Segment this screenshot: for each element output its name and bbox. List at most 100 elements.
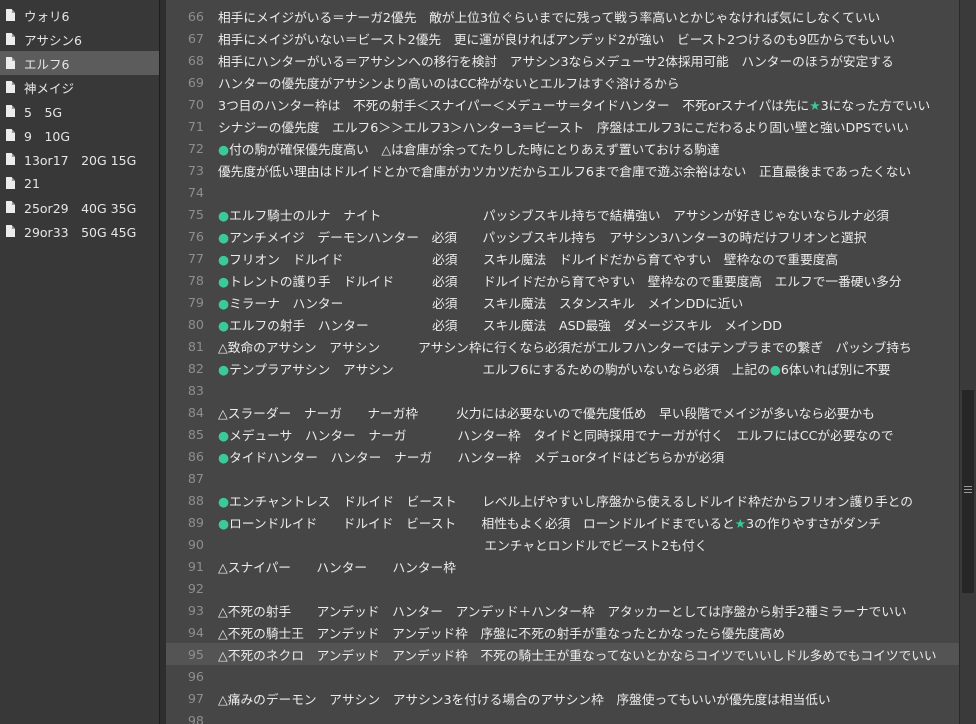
marker-icon: ● xyxy=(218,251,230,267)
editor-line[interactable]: 91 △スナイパー ハンター ハンター枠 xyxy=(166,555,959,577)
editor-line[interactable]: 80 ●エルフの射手 ハンター 必須 スキル魔法 ASD最強 ダメージスキル メイ… xyxy=(166,313,959,335)
line-text: ●フリオン ドルイド 必須 スキル魔法 ドルイドだから育てやすい 壁枠なので重要… xyxy=(218,251,839,267)
editor-line[interactable]: 83 xyxy=(166,379,959,401)
text-editor[interactable]: 66 相手にメイジがいる＝ナーガ2優先 敵が上位3位ぐらいまでに残って戦う率高いと… xyxy=(166,0,959,724)
line-number: 93 xyxy=(187,602,204,618)
line-number: 89 xyxy=(187,514,204,530)
file-icon xyxy=(6,9,15,21)
editor-line[interactable]: 97 △痛みのデーモン アサシン アサシン3を付ける場合のアサシン枠 序盤使っても… xyxy=(166,687,959,709)
editor-lines: 66 相手にメイジがいる＝ナーガ2優先 敵が上位3位ぐらいまでに残って戦う率高いと… xyxy=(166,5,959,724)
editor-line[interactable]: 77 ●フリオン ドルイド 必須 スキル魔法 ドルイドだから育てやすい 壁枠なので… xyxy=(166,247,959,269)
editor-line[interactable]: 95 △不死のネクロ アンデッド アンデッド枠 不死の騎士王が重なってないとかなら… xyxy=(166,643,959,665)
editor-line[interactable]: 84 △スラーダー ナーガ ナーガ枠 火力には必要ないので優先度低め 早い段階でメ… xyxy=(166,401,959,423)
editor-line[interactable]: 79 ●ミラーナ ハンター 必須 スキル魔法 スタンスキル メインDDに近い xyxy=(166,291,959,313)
editor-line[interactable]: 74 xyxy=(166,181,959,203)
line-number: 80 xyxy=(187,316,204,332)
line-text: 相手にハンターがいる＝アサシンへの移行を検討 アサシン3ならメデューサ2体採用可… xyxy=(218,53,894,69)
file-sidebar: ウォリ6 アサシン6 エルフ6 神メイジ 5 5G 9 10G 13or17 20G 15G… xyxy=(0,0,160,724)
editor-line[interactable]: 81 △致命のアサシン アサシン アサシン枠に行くなら必須だがエルフハンターではテ… xyxy=(166,335,959,357)
marker-icon: ● xyxy=(218,229,230,245)
line-text: △痛みのデーモン アサシン アサシン3を付ける場合のアサシン枠 序盤使ってもいい… xyxy=(218,691,831,707)
marker-icon: ● xyxy=(218,317,230,333)
line-text: 優先度が低い理由はドルイドとかで倉庫がカツカツだからエルフ6まで倉庫で遊ぶ余裕は… xyxy=(218,163,912,179)
sidebar-item-file[interactable]: アサシン6 xyxy=(0,27,159,51)
line-number: 74 xyxy=(187,184,204,200)
line-text: ●トレントの護り手 ドルイド 必須 ドルイドだから育てやすい 壁枠なので重要度高… xyxy=(218,273,902,289)
line-number: 78 xyxy=(187,272,204,288)
line-number: 83 xyxy=(187,382,204,398)
sidebar-item-label: 神メイジ xyxy=(24,80,75,96)
line-number: 84 xyxy=(187,404,204,420)
sidebar-item-file[interactable]: 13or17 20G 15G xyxy=(0,147,159,171)
file-icon xyxy=(6,225,15,237)
editor-line[interactable]: 96 xyxy=(166,665,959,687)
sidebar-item-file[interactable]: 5 5G xyxy=(0,99,159,123)
editor-line[interactable]: 73 優先度が低い理由はドルイドとかで倉庫がカツカツだからエルフ6まで倉庫で遊ぶ余… xyxy=(166,159,959,181)
editor-line[interactable]: 72 ●付の駒が確保優先度高い △は倉庫が余ってたりした時にとりあえず置いておける… xyxy=(166,137,959,159)
editor-line[interactable]: 70 3つ目のハンター枠は 不死の射手＜スナイパー＜メデューサ＝タイドハンター 不… xyxy=(166,93,959,115)
marker-icon: ● xyxy=(218,361,230,377)
line-text: ●タイドハンター ハンター ナーガ ハンター枠 メデュorタイドはどちらかが必須 xyxy=(218,449,725,465)
editor-line[interactable]: 78 ●トレントの護り手 ドルイド 必須 ドルイドだから育てやすい 壁枠なので重要… xyxy=(166,269,959,291)
sidebar-item-label: 5 5G xyxy=(24,104,63,120)
file-icon xyxy=(6,105,15,117)
editor-line[interactable]: 93 △不死の射手 アンデッド ハンター アンデッド＋ハンター枠 アタッカーとして… xyxy=(166,599,959,621)
line-text: シナジーの優先度 エルフ6＞＞エルフ3＞ハンター3＝ビースト 序盤はエルフ3にこ… xyxy=(218,119,909,135)
grip-icon xyxy=(964,486,972,495)
line-text: 3つ目のハンター枠は 不死の射手＜スナイパー＜メデューサ＝タイドハンター 不死o… xyxy=(218,97,931,113)
vertical-scrollbar[interactable] xyxy=(959,0,976,724)
editor-line[interactable]: 86 ●タイドハンター ハンター ナーガ ハンター枠 メデュorタイドはどちらかが… xyxy=(166,445,959,467)
line-number: 90 xyxy=(187,536,204,552)
sidebar-item-label: ウォリ6 xyxy=(24,8,70,24)
sidebar-item-file[interactable]: ウォリ6 xyxy=(0,3,159,27)
editor-line[interactable]: 88 ●エンチャントレス ドルイド ビースト レベル上げやすいし序盤から使えるしド… xyxy=(166,489,959,511)
file-icon xyxy=(6,201,15,213)
editor-line[interactable]: 89 ●ローンドルイド ドルイド ビースト 相性もよく必須 ローンドルイドまでいる… xyxy=(166,511,959,533)
sidebar-item-file[interactable]: 9 10G xyxy=(0,123,159,147)
editor-line[interactable]: 75 ●エルフ騎士のルナ ナイト パッシブスキル持ちで結構強い アサシンが好きじゃ… xyxy=(166,203,959,225)
line-text: △不死の射手 アンデッド ハンター アンデッド＋ハンター枠 アタッカーとしては序… xyxy=(218,603,907,619)
line-text: ●付の駒が確保優先度高い △は倉庫が余ってたりした時にとりあえず置いておける駒達 xyxy=(218,141,720,157)
sidebar-item-file[interactable]: 25or29 40G 35G xyxy=(0,195,159,219)
editor-line[interactable]: 68 相手にハンターがいる＝アサシンへの移行を検討 アサシン3ならメデューサ2体採… xyxy=(166,49,959,71)
marker-icon: ★ xyxy=(734,515,747,531)
line-text: ●エンチャントレス ドルイド ビースト レベル上げやすいし序盤から使えるしドルイ… xyxy=(218,493,913,509)
sidebar-item-file[interactable]: 21 xyxy=(0,171,159,195)
line-number: 76 xyxy=(187,228,204,244)
sidebar-item-label: 25or29 40G 35G xyxy=(24,200,137,216)
line-number: 98 xyxy=(187,712,204,724)
line-text: エンチャとロンドルでビースト2も付く xyxy=(218,537,708,553)
line-text: ●ローンドルイド ドルイド ビースト 相性もよく必須 ローンドルイドまでいると★… xyxy=(218,515,881,531)
editor-line[interactable]: 98 xyxy=(166,709,959,724)
editor-line[interactable]: 87 xyxy=(166,467,959,489)
scrollbar-thumb[interactable] xyxy=(962,390,974,593)
sidebar-item-label: アサシン6 xyxy=(24,32,82,48)
editor-line[interactable]: 76 ●アンチメイジ デーモンハンター 必須 パッシブスキル持ち アサシン3ハンタ… xyxy=(166,225,959,247)
line-number: 67 xyxy=(187,30,204,46)
editor-line[interactable]: 67 相手にメイジがいない＝ビースト2優先 更に運が良ければアンデッド2が強い ビ… xyxy=(166,27,959,49)
line-text: 相手にメイジがいない＝ビースト2優先 更に運が良ければアンデッド2が強い ビース… xyxy=(218,31,895,47)
editor-line[interactable]: 85 ●メデューサ ハンター ナーガ ハンター枠 タイドと同時採用でナーガが付く … xyxy=(166,423,959,445)
sidebar-item-label: 9 10G xyxy=(24,128,71,144)
marker-icon: ● xyxy=(218,273,230,289)
sidebar-item-file[interactable]: エルフ6 xyxy=(0,51,159,75)
editor-line[interactable]: 90 エンチャとロンドルでビースト2も付く xyxy=(166,533,959,555)
line-number: 95 xyxy=(187,646,204,662)
marker-icon: ● xyxy=(218,427,230,443)
editor-line[interactable]: 69 ハンターの優先度がアサシンより高いのはCC枠がないとエルフはすぐ溶けるから xyxy=(166,71,959,93)
editor-line[interactable]: 94 △不死の騎士王 アンデッド アンデッド枠 序盤に不死の射手が重なったとかなっ… xyxy=(166,621,959,643)
editor-line[interactable]: 82 ●テンプラアサシン アサシン エルフ6にするための駒がいないなら必須 上記の… xyxy=(166,357,959,379)
line-text: △致命のアサシン アサシン アサシン枠に行くなら必須だがエルフハンターではテンプ… xyxy=(218,339,912,355)
line-number: 75 xyxy=(187,206,204,222)
line-text: ●メデューサ ハンター ナーガ ハンター枠 タイドと同時採用でナーガが付く エル… xyxy=(218,427,894,443)
line-number: 86 xyxy=(187,448,204,464)
line-text: ●ミラーナ ハンター 必須 スキル魔法 スタンスキル メインDDに近い xyxy=(218,295,744,311)
editor-line[interactable]: 66 相手にメイジがいる＝ナーガ2優先 敵が上位3位ぐらいまでに残って戦う率高いと… xyxy=(166,5,959,27)
sidebar-item-file[interactable]: 29or33 50G 45G xyxy=(0,219,159,243)
editor-line[interactable]: 92 xyxy=(166,577,959,599)
marker-icon: ● xyxy=(769,361,781,377)
sidebar-item-file[interactable]: 神メイジ xyxy=(0,75,159,99)
editor-line[interactable]: 71 シナジーの優先度 エルフ6＞＞エルフ3＞ハンター3＝ビースト 序盤はエルフ3… xyxy=(166,115,959,137)
line-number: 69 xyxy=(187,74,204,90)
line-text: ●エルフの射手 ハンター 必須 スキル魔法 ASD最強 ダメージスキル メインD… xyxy=(218,317,782,333)
